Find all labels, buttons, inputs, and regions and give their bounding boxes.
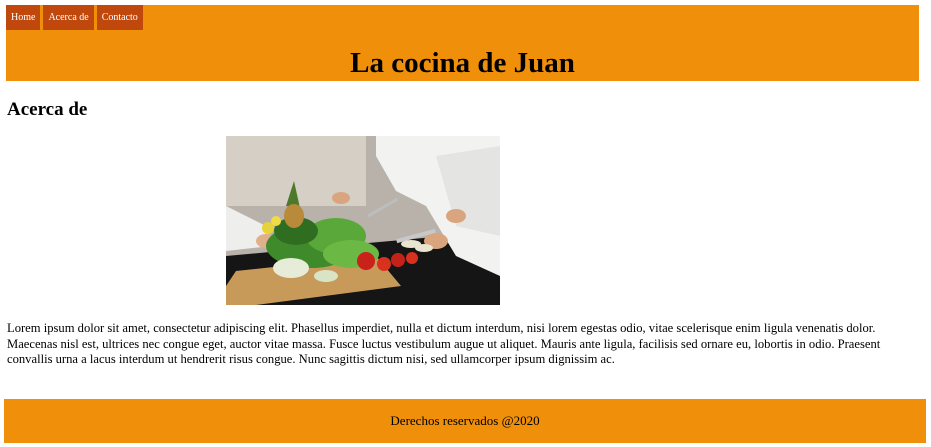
site-footer: Derechos reservados @2020	[4, 399, 926, 443]
kitchen-photo	[226, 136, 500, 305]
section-heading: Acerca de	[7, 99, 88, 120]
about-paragraph: Lorem ipsum dolor sit amet, consectetur …	[7, 321, 881, 366]
nav-link-home[interactable]: Home	[6, 5, 41, 30]
footer-copyright: Derechos reservados @2020	[390, 413, 540, 428]
site-header: Home Acerca de Contacto La cocina de Jua…	[6, 5, 919, 81]
nav-link-acerca-de[interactable]: Acerca de	[43, 5, 94, 30]
site-title: La cocina de Juan	[350, 47, 575, 79]
nav-link-contacto[interactable]: Contacto	[96, 5, 143, 30]
main-nav: Home Acerca de Contacto	[6, 5, 143, 30]
